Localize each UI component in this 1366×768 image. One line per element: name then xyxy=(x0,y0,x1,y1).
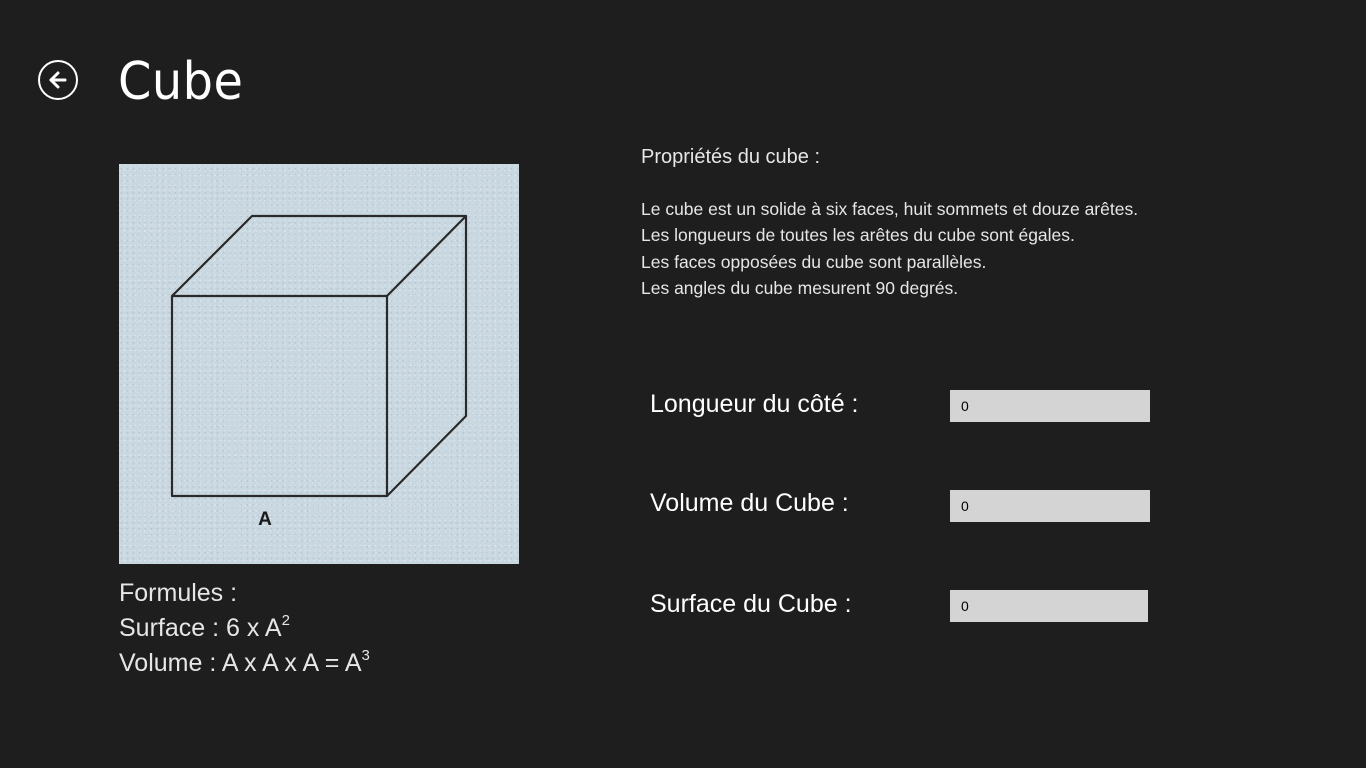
volume-label: Volume du Cube : xyxy=(650,489,849,517)
volume-formula-exponent: 3 xyxy=(361,647,370,664)
volume-formula-text: Volume : A x A x A = A xyxy=(119,649,362,677)
formulas-heading: Formules : xyxy=(119,579,238,607)
side-length-input[interactable] xyxy=(950,390,1150,422)
page-title: Cube xyxy=(118,52,244,112)
properties-text: Le cube est un solide à six faces, huit … xyxy=(641,196,1138,301)
surface-formula: Surface : 6 x A2 xyxy=(119,611,370,646)
side-length-label: Longueur du côté : xyxy=(650,390,859,418)
formulas-block: Formules : Surface : 6 x A2 Volume : A x… xyxy=(119,576,370,681)
cube-figure: A xyxy=(119,164,519,564)
cube-front-face xyxy=(170,294,389,498)
property-line: Les angles du cube mesurent 90 degrés. xyxy=(641,277,959,298)
surface-formula-exponent: 2 xyxy=(281,612,290,629)
property-line: Les longueurs de toutes les arêtes du cu… xyxy=(641,225,1075,246)
properties-title: Propriétés du cube : xyxy=(641,146,820,168)
back-button[interactable] xyxy=(38,60,78,100)
back-arrow-icon xyxy=(49,71,67,89)
surface-formula-text: Surface : 6 x A xyxy=(119,614,282,642)
property-line: Les faces opposées du cube sont parallèl… xyxy=(641,251,987,272)
surface-input[interactable] xyxy=(950,590,1148,622)
surface-label: Surface du Cube : xyxy=(650,590,852,618)
property-line: Le cube est un solide à six faces, huit … xyxy=(641,199,1139,219)
app-page: Cube A Formules : Surface : 6 x A2 Volum… xyxy=(0,0,1366,768)
volume-formula: Volume : A x A x A = A3 xyxy=(119,646,370,681)
cube-side-face xyxy=(386,216,468,497)
volume-input[interactable] xyxy=(950,490,1150,522)
cube-top-face xyxy=(171,214,468,297)
cube-edge-label: A xyxy=(258,509,272,530)
